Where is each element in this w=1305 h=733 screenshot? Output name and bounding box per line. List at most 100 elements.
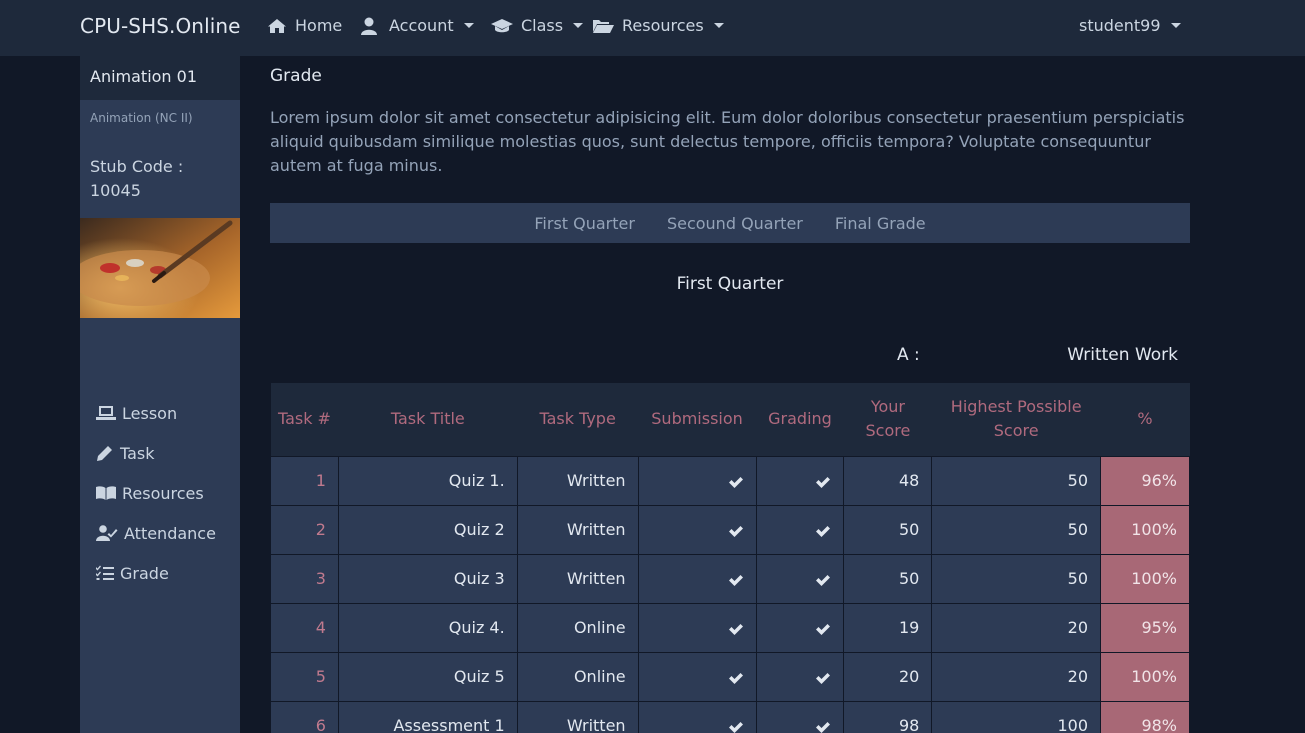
sidebar-item-attendance[interactable]: Attendance <box>80 513 240 553</box>
quarter-heading: First Quarter <box>676 274 784 294</box>
column-header-your-score: Your Score <box>843 383 932 456</box>
home-icon <box>268 18 286 33</box>
grading-cell <box>755 700 845 733</box>
task-number: 4 <box>270 602 339 653</box>
sidebar-header: Animation 01 <box>80 56 240 100</box>
table-row: 4 Quiz 4. Online 19 20 95% <box>270 602 1190 653</box>
percent-cell: 98% <box>1100 700 1190 733</box>
tab-second-quarter[interactable]: Secound Quarter <box>667 214 803 233</box>
submission-cell <box>637 553 757 604</box>
chevron-down-icon <box>713 23 724 28</box>
table-row: 1 Quiz 1. Written 48 50 96% <box>270 455 1190 506</box>
check-icon <box>816 525 831 537</box>
your-score: 20 <box>843 651 933 702</box>
grade-table: Task # Task Title Task Type Submission G… <box>270 383 1190 733</box>
table-row: 5 Quiz 5 Online 20 20 100% <box>270 651 1190 702</box>
percent-cell: 100% <box>1100 553 1190 604</box>
task-number: 1 <box>270 455 339 506</box>
tab-first-quarter[interactable]: First Quarter <box>534 214 635 233</box>
sidebar-menu: Lesson Task Resources Attendance Grade <box>80 393 240 593</box>
your-score: 98 <box>843 700 933 733</box>
username-label: student99 <box>1079 16 1161 35</box>
column-header-submission: Submission <box>638 383 756 456</box>
highest-score: 50 <box>931 553 1102 604</box>
class-subtitle: Animation (NC II) <box>90 111 193 125</box>
submission-cell <box>637 651 757 702</box>
page-title: Grade <box>270 66 322 86</box>
task-type: Online <box>516 602 639 653</box>
highest-score: 20 <box>931 602 1102 653</box>
check-icon <box>728 476 743 488</box>
check-icon <box>816 476 831 488</box>
column-header-task-type: Task Type <box>517 383 639 456</box>
grading-cell <box>755 553 845 604</box>
user-menu[interactable]: student99 <box>1079 16 1181 35</box>
check-icon <box>816 672 831 684</box>
your-score: 50 <box>843 504 933 555</box>
your-score: 48 <box>843 455 933 506</box>
nav-resources-label: Resources <box>622 16 704 35</box>
task-number: 6 <box>270 700 339 733</box>
task-title: Quiz 1. <box>337 455 518 506</box>
chevron-down-icon <box>573 23 584 28</box>
list-check-icon <box>96 565 114 580</box>
table-row: 6 Assessment 1 Written 98 100 98% <box>270 700 1190 733</box>
grading-cell <box>755 602 845 653</box>
grading-cell <box>755 651 845 702</box>
sidebar-item-task[interactable]: Task <box>80 433 240 473</box>
column-header-percent: % <box>1100 383 1190 456</box>
sidebar-item-label: Grade <box>120 563 169 583</box>
check-icon <box>816 574 831 586</box>
user-icon <box>361 17 377 35</box>
nav-resources[interactable]: Resources <box>592 16 724 35</box>
stub-code: Stub Code : 10045 <box>90 157 184 200</box>
chevron-down-icon <box>463 23 474 28</box>
folder-open-icon <box>593 19 614 33</box>
task-title: Quiz 4. <box>337 602 518 653</box>
sidebar-item-label: Lesson <box>122 403 178 423</box>
column-header-task-number: Task # <box>270 383 339 456</box>
tab-final-grade[interactable]: Final Grade <box>835 214 926 233</box>
graduation-cap-icon <box>491 18 513 32</box>
task-number: 5 <box>270 651 339 702</box>
check-icon <box>816 721 831 733</box>
sidebar-item-label: Resources <box>122 483 204 503</box>
sidebar-item-label: Attendance <box>124 523 216 543</box>
task-number: 3 <box>270 553 339 604</box>
sidebar-item-label: Task <box>120 443 155 463</box>
class-title: Animation 01 <box>90 67 198 86</box>
task-title: Quiz 2 <box>337 504 518 555</box>
sidebar-item-resources[interactable]: Resources <box>80 473 240 513</box>
highest-score: 20 <box>931 651 1102 702</box>
check-icon <box>728 721 743 733</box>
task-type: Written <box>516 553 639 604</box>
quarter-tabs: First Quarter Secound Quarter Final Grad… <box>270 203 1190 243</box>
sidebar-item-lesson[interactable]: Lesson <box>80 393 240 433</box>
submission-cell <box>637 504 757 555</box>
brand-logo[interactable]: CPU-SHS.Online <box>80 14 241 38</box>
task-type: Written <box>516 700 639 733</box>
table-row: 3 Quiz 3 Written 50 50 100% <box>270 553 1190 604</box>
percent-cell: 95% <box>1100 602 1190 653</box>
task-title: Quiz 5 <box>337 651 518 702</box>
task-type: Online <box>516 651 639 702</box>
nav-home-label: Home <box>295 16 343 35</box>
column-header-grading: Grading <box>756 383 844 456</box>
check-icon <box>816 623 831 635</box>
percent-cell: 100% <box>1100 504 1190 555</box>
task-type: Written <box>516 504 639 555</box>
percent-cell: 100% <box>1100 651 1190 702</box>
your-score: 50 <box>843 553 933 604</box>
nav-home[interactable]: Home <box>267 16 342 35</box>
highest-score: 100 <box>931 700 1102 733</box>
laptop-icon <box>96 406 116 420</box>
class-sidebar: Animation 01 Animation (NC II) Stub Code… <box>80 56 240 733</box>
chevron-down-icon <box>1170 23 1181 28</box>
class-cover-image <box>80 218 240 318</box>
task-number: 2 <box>270 504 339 555</box>
check-icon <box>728 525 743 537</box>
nav-class[interactable]: Class <box>491 16 584 35</box>
nav-class-label: Class <box>521 16 564 35</box>
sidebar-item-grade[interactable]: Grade <box>80 553 240 593</box>
nav-account[interactable]: Account <box>361 16 474 35</box>
